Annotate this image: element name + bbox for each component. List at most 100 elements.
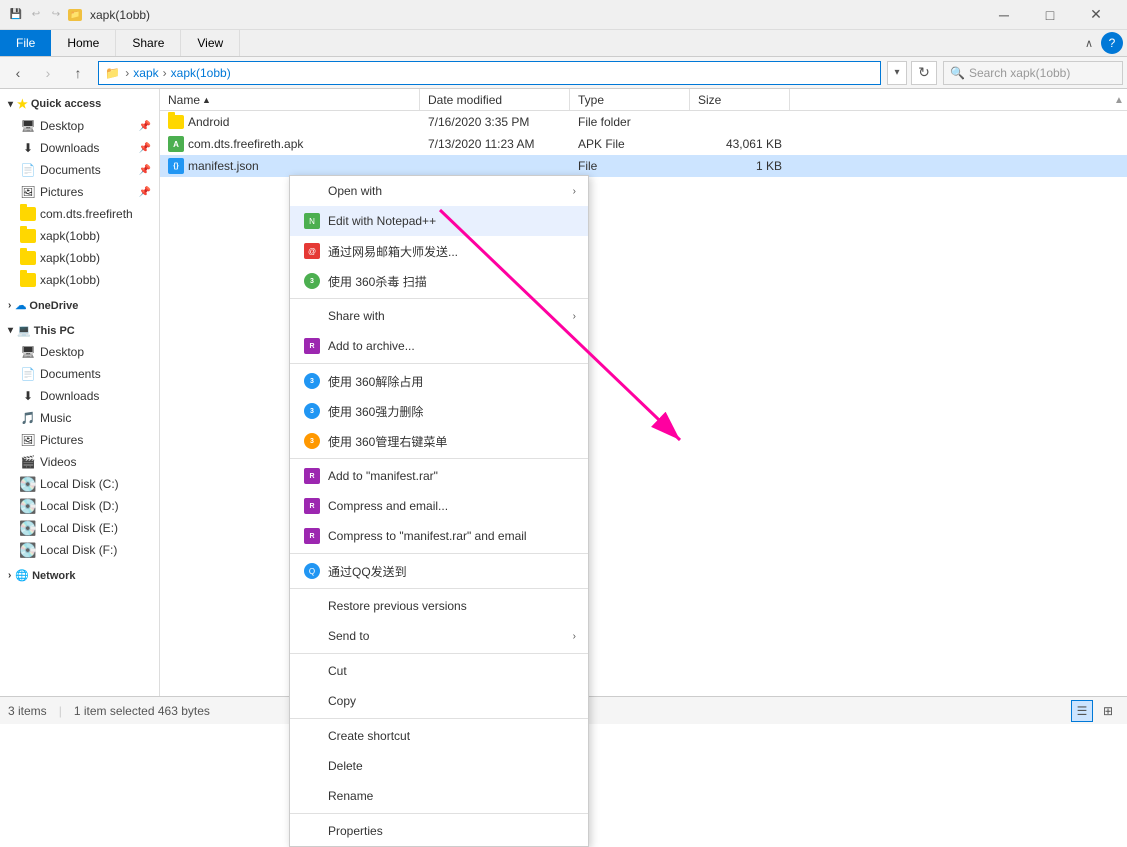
sidebar-header-onedrive[interactable]: › ☁ OneDrive bbox=[0, 295, 159, 316]
ctx-360-delete[interactable]: 3 使用 360强力删除 bbox=[290, 396, 588, 426]
file-row-apk[interactable]: A com.dts.freefireth.apk 7/13/2020 11:23… bbox=[160, 133, 1127, 155]
refresh-button[interactable]: ↻ bbox=[911, 61, 937, 85]
address-icon: 📁 bbox=[105, 66, 120, 80]
address-xapk1obb[interactable]: xapk(1obb) bbox=[171, 66, 231, 80]
ctx-163mail[interactable]: @ 通过网易邮箱大师发送... bbox=[290, 236, 588, 266]
ctx-delete[interactable]: Delete bbox=[290, 751, 588, 781]
ctx-open-with-label: Open with bbox=[328, 184, 382, 198]
view-large-icons-button[interactable]: ⊞ bbox=[1097, 700, 1119, 722]
ctx-edit-notepad[interactable]: N Edit with Notepad++ bbox=[290, 206, 588, 236]
tab-view[interactable]: View bbox=[181, 30, 240, 56]
ctx-create-shortcut[interactable]: Create shortcut bbox=[290, 721, 588, 751]
sidebar-item-drive-c[interactable]: 💽 Local Disk (C:) bbox=[0, 473, 159, 495]
tab-share[interactable]: Share bbox=[116, 30, 181, 56]
music-icon: 🎵 bbox=[20, 410, 36, 426]
sidebar-item-drive-f[interactable]: 💽 Local Disk (F:) bbox=[0, 539, 159, 561]
ctx-add-rar[interactable]: R Add to "manifest.rar" bbox=[290, 461, 588, 491]
pictures-pc-icon: 🖼 bbox=[20, 432, 36, 448]
sidebar-item-pictures-pc[interactable]: 🖼 Pictures bbox=[0, 429, 159, 451]
help-button[interactable]: ? bbox=[1101, 32, 1123, 54]
desktop-icon: 🖥 bbox=[20, 118, 36, 134]
col-type[interactable]: Type bbox=[570, 89, 690, 110]
back-button[interactable]: ‹ bbox=[4, 60, 32, 86]
sidebar-item-pictures[interactable]: 🖼 Pictures📌 bbox=[0, 181, 159, 203]
ctx-qq-send[interactable]: Q 通过QQ发送到 bbox=[290, 556, 588, 586]
address-xapk[interactable]: xapk bbox=[133, 66, 158, 80]
up-button[interactable]: ↑ bbox=[64, 60, 92, 86]
ctx-rename[interactable]: Rename bbox=[290, 781, 588, 811]
close-button[interactable]: ✕ bbox=[1073, 0, 1119, 30]
title-bar-title: xapk(1obb) bbox=[90, 8, 981, 22]
sidebar-item-xapk1[interactable]: xapk(1obb) bbox=[0, 225, 159, 247]
sidebar-item-music[interactable]: 🎵 Music bbox=[0, 407, 159, 429]
sidebar-item-com-dts[interactable]: com.dts.freefireth bbox=[0, 203, 159, 225]
folder-icon-comdts bbox=[20, 206, 36, 222]
ctx-cut[interactable]: Cut bbox=[290, 656, 588, 686]
ctx-share-arrow: › bbox=[573, 311, 576, 322]
dropdown-button[interactable]: ▾ bbox=[887, 61, 907, 85]
sidebar-item-desktop-pc[interactable]: 🖥 Desktop bbox=[0, 341, 159, 363]
folder-icon-xapk2 bbox=[20, 250, 36, 266]
ctx-create-shortcut-label: Create shortcut bbox=[328, 729, 410, 743]
nav-bar: ‹ › ↑ 📁 › xapk › xapk(1obb) ▾ ↻ 🔍 Search… bbox=[0, 57, 1127, 89]
ctx-properties[interactable]: Properties bbox=[290, 816, 588, 846]
col-type-label: Type bbox=[578, 93, 604, 107]
sidebar-item-drive-e[interactable]: 💽 Local Disk (E:) bbox=[0, 517, 159, 539]
ctx-qq-icon: Q bbox=[302, 561, 322, 581]
ctx-open-with[interactable]: Open with › bbox=[290, 176, 588, 206]
file-row-manifest[interactable]: {} manifest.json File 1 KB bbox=[160, 155, 1127, 177]
file-row-android[interactable]: Android 7/16/2020 3:35 PM File folder bbox=[160, 111, 1127, 133]
sidebar-header-network[interactable]: › 🌐 Network bbox=[0, 565, 159, 586]
col-name[interactable]: Name ▲ bbox=[160, 89, 420, 110]
thispc-icon: 💻 bbox=[17, 324, 31, 337]
ctx-send-to[interactable]: Send to › bbox=[290, 621, 588, 651]
ctx-share-with[interactable]: Share with › bbox=[290, 301, 588, 331]
ribbon-collapse-button[interactable]: ∧ bbox=[1081, 37, 1097, 50]
col-size-label: Size bbox=[698, 93, 721, 107]
ctx-360b1-icon: 3 bbox=[302, 371, 322, 391]
ctx-360-manage[interactable]: 3 使用 360管理右键菜单 bbox=[290, 426, 588, 456]
drive-e-icon: 💽 bbox=[20, 520, 36, 536]
sidebar-item-documents[interactable]: 📄 Documents📌 bbox=[0, 159, 159, 181]
minimize-button[interactable]: ─ bbox=[981, 0, 1027, 30]
ctx-copy[interactable]: Copy bbox=[290, 686, 588, 716]
ctx-restore-versions[interactable]: Restore previous versions bbox=[290, 591, 588, 621]
drive-d-icon: 💽 bbox=[20, 498, 36, 514]
tab-file[interactable]: File bbox=[0, 30, 51, 56]
status-selected: 1 item selected 463 bytes bbox=[74, 704, 210, 718]
documents-icon: 📄 bbox=[20, 162, 36, 178]
ctx-sendto-arrow: › bbox=[573, 631, 576, 642]
sidebar-item-desktop[interactable]: 🖥 Desktop📌 bbox=[0, 115, 159, 137]
maximize-button[interactable]: □ bbox=[1027, 0, 1073, 30]
ctx-compress-email[interactable]: R Compress and email... bbox=[290, 491, 588, 521]
address-bar[interactable]: 📁 › xapk › xapk(1obb) bbox=[98, 61, 881, 85]
sidebar-item-drive-d[interactable]: 💽 Local Disk (D:) bbox=[0, 495, 159, 517]
forward-button[interactable]: › bbox=[34, 60, 62, 86]
ctx-360scan[interactable]: 3 使用 360杀毒 扫描 bbox=[290, 266, 588, 296]
ctx-compress-rar-email[interactable]: R Compress to "manifest.rar" and email bbox=[290, 521, 588, 551]
ctx-send-to-label: Send to bbox=[328, 629, 369, 643]
address-separator: › bbox=[125, 66, 129, 80]
ctx-add-archive[interactable]: R Add to archive... bbox=[290, 331, 588, 361]
ctx-rename-icon bbox=[302, 786, 322, 806]
pictures-icon: 🖼 bbox=[20, 184, 36, 200]
sidebar-header-thispc[interactable]: ▾ 💻 This PC bbox=[0, 320, 159, 341]
sidebar-item-xapk3[interactable]: xapk(1obb) bbox=[0, 269, 159, 291]
sidebar-header-quick-access[interactable]: ▾ ★ Quick access bbox=[0, 93, 159, 115]
col-size[interactable]: Size bbox=[690, 89, 790, 110]
ctx-360-release[interactable]: 3 使用 360解除占用 bbox=[290, 366, 588, 396]
tab-home[interactable]: Home bbox=[51, 30, 116, 56]
ctx-share-icon bbox=[302, 306, 322, 326]
sidebar-item-documents-pc[interactable]: 📄 Documents bbox=[0, 363, 159, 385]
ctx-360-manage-label: 使用 360管理右键菜单 bbox=[328, 433, 447, 450]
title-bar-icon-save: 💾 bbox=[8, 7, 24, 23]
search-box[interactable]: 🔍 Search xapk(1obb) bbox=[943, 61, 1123, 85]
sidebar-item-xapk2[interactable]: xapk(1obb) bbox=[0, 247, 159, 269]
sidebar-item-videos[interactable]: 🎬 Videos bbox=[0, 451, 159, 473]
col-date[interactable]: Date modified bbox=[420, 89, 570, 110]
sidebar-item-downloads[interactable]: ⬇ Downloads📌 bbox=[0, 137, 159, 159]
view-details-button[interactable]: ☰ bbox=[1071, 700, 1093, 722]
sidebar-item-downloads-pc[interactable]: ⬇ Downloads bbox=[0, 385, 159, 407]
drive-c-icon: 💽 bbox=[20, 476, 36, 492]
ctx-properties-label: Properties bbox=[328, 824, 383, 838]
